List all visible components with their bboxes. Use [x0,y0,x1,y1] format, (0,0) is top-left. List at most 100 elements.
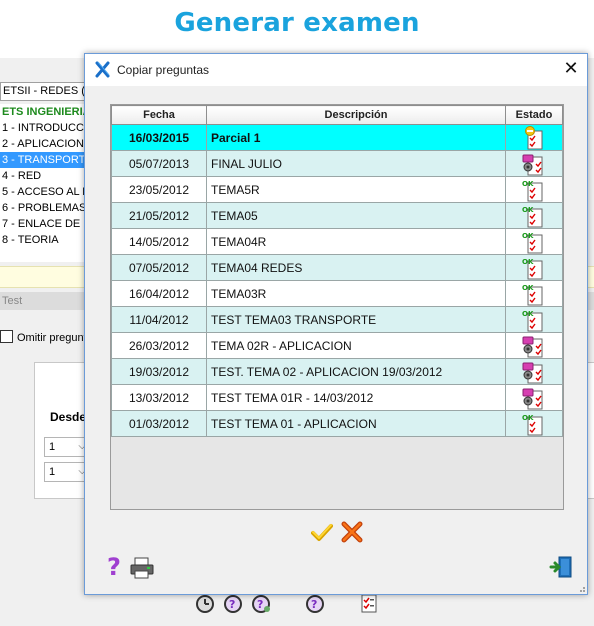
table-row[interactable]: 07/05/2012 TEMA04 REDES OK [111,254,563,281]
omit-questions-checkbox[interactable]: Omitir pregunt [0,330,87,345]
ok-icon: OK [521,284,547,305]
locked-icon [521,154,547,175]
tree-item[interactable]: 8 - TEORIA [0,232,88,248]
table-row[interactable]: 21/05/2012 TEMA05 OK [111,202,563,229]
cell-estado[interactable] [505,384,563,411]
cell-descripcion[interactable]: TEMA03R [206,280,506,307]
cell-estado[interactable] [505,150,563,177]
question-timer-icon[interactable]: ? [222,592,244,614]
cancel-button[interactable] [341,521,363,543]
cell-fecha[interactable]: 21/05/2012 [111,202,207,229]
dialog-title: Copiar preguntas [117,63,210,77]
timer-icon[interactable] [194,592,216,614]
table-row[interactable]: 05/07/2013 FINAL JULIO [111,150,563,177]
table-row[interactable]: 23/05/2012 TEMA5R OK [111,176,563,203]
cell-estado[interactable]: OK [505,280,563,307]
desde-select-1-value: 1 [49,441,56,453]
exams-table: Fecha Descripción Estado 16/03/2015 Parci… [111,105,563,437]
print-button[interactable] [129,556,155,580]
tree-item[interactable]: 1 - INTRODUCCIO [0,120,88,136]
svg-text:OK: OK [522,180,534,188]
exit-icon [549,556,572,578]
bottom-toolbar: ? ? ? [0,592,594,618]
cell-descripcion[interactable]: TEST. TEMA 02 - APLICACION 19/03/2012 [206,358,506,385]
tree-item[interactable]: 4 - RED [0,168,88,184]
cancel-x-icon [341,521,363,543]
cell-descripcion[interactable]: TEMA04R [206,228,506,255]
column-header-fecha[interactable]: Fecha [111,105,207,125]
cell-fecha[interactable]: 19/03/2012 [111,358,207,385]
tree-item[interactable]: 3 - TRANSPORTE [0,152,88,168]
help-icon: ? [107,553,121,581]
question-icon[interactable]: ? [304,592,326,614]
column-header-estado[interactable]: Estado [505,105,563,125]
cell-descripcion[interactable]: FINAL JULIO [206,150,506,177]
topic-tree[interactable]: ETS INGENIERIA 1 - INTRODUCCIO 2 - APLICA… [0,104,88,262]
cell-descripcion[interactable]: TEMA05 [206,202,506,229]
cell-fecha[interactable]: 11/04/2012 [111,306,207,333]
svg-text:?: ? [229,598,235,611]
exams-grid[interactable]: Fecha Descripción Estado 16/03/2015 Parci… [110,104,564,510]
dialog-titlebar[interactable]: Copiar preguntas ✕ [85,54,587,86]
confirm-button[interactable] [311,521,333,543]
resize-grip[interactable] [576,583,586,593]
cell-fecha[interactable]: 07/05/2012 [111,254,207,281]
cell-descripcion[interactable]: TEMA04 REDES [206,254,506,281]
cell-estado[interactable]: OK [505,306,563,333]
course-selector[interactable]: ETSII - REDES (RE [0,82,94,101]
tree-item[interactable]: 5 - ACCESO AL ME [0,184,88,200]
ok-icon: OK [521,310,547,331]
table-row[interactable]: 01/03/2012 TEST TEMA 01 - APLICACION OK [111,410,563,437]
svg-text:OK: OK [522,414,534,422]
cell-descripcion[interactable]: TEST TEMA 01R - 14/03/2012 [206,384,506,411]
cell-descripcion[interactable]: Parcial 1 [206,124,506,151]
cell-fecha[interactable]: 16/03/2015 [111,124,207,151]
question-settings-icon[interactable]: ? [250,592,272,614]
app-logo-icon [95,61,110,78]
table-row[interactable]: 26/03/2012 TEMA 02R - APLICACION [111,332,563,359]
svg-text:OK: OK [522,284,534,292]
ok-icon: OK [521,206,547,227]
svg-text:?: ? [311,598,317,611]
cell-fecha[interactable]: 01/03/2012 [111,410,207,437]
checklist-icon[interactable] [358,592,380,614]
cell-descripcion[interactable]: TEMA 02R - APLICACION [206,332,506,359]
table-row[interactable]: 13/03/2012 TEST TEMA 01R - 14/03/2012 [111,384,563,411]
table-row[interactable]: 14/05/2012 TEMA04R OK [111,228,563,255]
cell-estado[interactable]: OK [505,410,563,437]
svg-text:?: ? [257,598,263,611]
omit-questions-label: Omitir pregunt [17,332,87,344]
cell-descripcion[interactable]: TEMA5R [206,176,506,203]
help-button[interactable]: ? [103,554,125,580]
cell-estado[interactable] [505,332,563,359]
cell-fecha[interactable]: 23/05/2012 [111,176,207,203]
cell-estado[interactable]: OK [505,254,563,281]
close-button[interactable]: ✕ [555,54,587,86]
cell-fecha[interactable]: 26/03/2012 [111,332,207,359]
table-row[interactable]: 16/04/2012 TEMA03R OK [111,280,563,307]
column-header-descripcion[interactable]: Descripción [206,105,506,125]
checkbox-box[interactable] [0,330,13,343]
table-row[interactable]: 16/03/2015 Parcial 1 [111,124,563,151]
cell-fecha[interactable]: 16/04/2012 [111,280,207,307]
cell-fecha[interactable]: 13/03/2012 [111,384,207,411]
cell-descripcion[interactable]: TEST TEMA03 TRANSPORTE [206,306,506,333]
cell-estado[interactable] [505,358,563,385]
cell-descripcion[interactable]: TEST TEMA 01 - APLICACION [206,410,506,437]
table-row[interactable]: 11/04/2012 TEST TEMA03 TRANSPORTE OK [111,306,563,333]
cell-estado[interactable]: OK [505,202,563,229]
cell-fecha[interactable]: 05/07/2013 [111,150,207,177]
pending-icon [521,125,547,149]
cell-estado[interactable] [505,124,563,151]
tree-root[interactable]: ETS INGENIERIA [0,104,88,120]
cell-estado[interactable]: OK [505,228,563,255]
cell-fecha[interactable]: 14/05/2012 [111,228,207,255]
tree-item[interactable]: 2 - APLICACION [0,136,88,152]
desde-select-2-value: 1 [49,466,56,478]
tree-item[interactable]: 6 - PROBLEMAS [0,200,88,216]
confirm-check-icon [311,524,333,541]
tree-item[interactable]: 7 - ENLACE DE DA [0,216,88,232]
cell-estado[interactable]: OK [505,176,563,203]
table-row[interactable]: 19/03/2012 TEST. TEMA 02 - APLICACION 19/… [111,358,563,385]
exit-button[interactable] [549,554,575,580]
